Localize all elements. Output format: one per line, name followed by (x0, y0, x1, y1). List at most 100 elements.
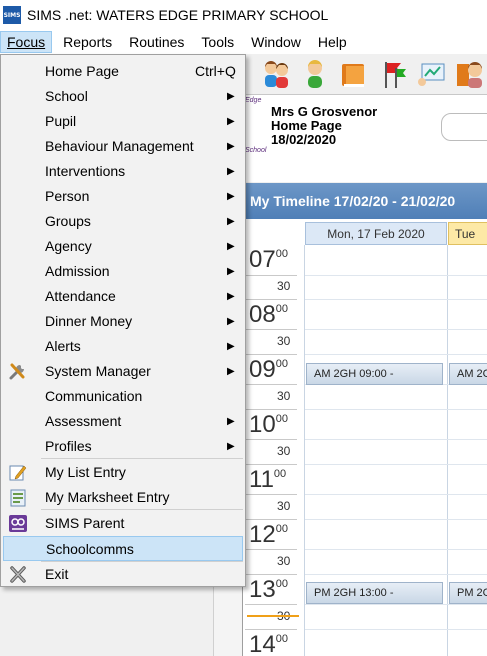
user-name: Mrs G Grosvenor (271, 104, 378, 119)
gutter-line (245, 549, 297, 550)
gutter-line (245, 354, 297, 355)
grid-line (305, 629, 487, 630)
menu-item-behaviour-management[interactable]: Behaviour Management ▶ (3, 134, 243, 159)
toolbar (245, 54, 487, 94)
school-logo-text: Edge (245, 97, 262, 104)
presentation-icon[interactable] (415, 57, 448, 91)
menu-item-school[interactable]: School ▶ (3, 84, 243, 109)
people-group-icon[interactable] (259, 57, 292, 91)
menu-help[interactable]: Help (312, 31, 353, 53)
timeline-event[interactable]: AM 2GH 09:00 - (449, 363, 487, 385)
submenu-arrow-icon: ▶ (227, 341, 235, 352)
menu-item-profiles[interactable]: Profiles ▶ (3, 434, 243, 459)
focus-menu-dropdown: Home Page Ctrl+Q School ▶ Pupil ▶ Behavi… (0, 54, 246, 587)
submenu-arrow-icon: ▶ (227, 291, 235, 302)
column-divider (304, 245, 305, 656)
submenu-arrow-icon: ▶ (227, 91, 235, 102)
half-hour-label: 30 (277, 389, 291, 403)
menu-item-interventions[interactable]: Interventions ▶ (3, 159, 243, 184)
exit-x-icon (8, 565, 28, 584)
current-page: Home Page (271, 118, 342, 133)
hour-label: 0900 (249, 356, 288, 383)
gutter-line (245, 384, 297, 385)
menu-separator (41, 509, 243, 510)
grid-line (305, 464, 487, 465)
grid-line (305, 604, 487, 605)
hour-label: 0700 (249, 246, 288, 273)
day-header-monday[interactable]: Mon, 17 Feb 2020 (305, 222, 447, 245)
menu-item-home-page[interactable]: Home Page Ctrl+Q (3, 59, 243, 84)
column-divider (447, 245, 448, 656)
menu-item-person[interactable]: Person ▶ (3, 184, 243, 209)
grid-line (305, 354, 487, 355)
half-hour-label: 30 (277, 444, 291, 458)
menu-item-pupil[interactable]: Pupil ▶ (3, 109, 243, 134)
student-icon[interactable] (454, 57, 487, 91)
submenu-arrow-icon: ▶ (227, 241, 235, 252)
submenu-arrow-icon: ▶ (227, 116, 235, 127)
submenu-arrow-icon: ▶ (227, 216, 235, 227)
gutter-line (245, 604, 297, 605)
school-logo-text-bottom: School (245, 147, 267, 154)
menu-item-sims-parent[interactable]: SIMS Parent (3, 511, 243, 536)
submenu-arrow-icon: ▶ (227, 441, 235, 452)
menu-tools[interactable]: Tools (195, 31, 240, 53)
menu-item-admission[interactable]: Admission ▶ (3, 259, 243, 284)
current-time-indicator (247, 615, 299, 617)
gutter-line (245, 494, 297, 495)
day-header-tuesday[interactable]: Tue (448, 222, 487, 245)
menu-item-alerts[interactable]: Alerts ▶ (3, 334, 243, 359)
gutter-line (245, 409, 297, 410)
menu-item-system-manager[interactable]: System Manager ▶ (3, 359, 243, 384)
flags-icon[interactable] (376, 57, 409, 91)
title-bar: SIMS SIMS .net: WATERS EDGE PRIMARY SCHO… (0, 0, 487, 30)
search-input[interactable] (441, 113, 487, 141)
half-hour-label: 30 (277, 334, 291, 348)
timeline-event[interactable]: PM 2GH 13:00 - (449, 582, 487, 604)
tools-icon (8, 362, 28, 381)
grid-line (305, 275, 487, 276)
gutter-line (245, 519, 297, 520)
grid-line (305, 494, 487, 495)
sims-parent-icon (8, 514, 28, 533)
menu-focus[interactable]: Focus (0, 31, 53, 53)
gutter-line (245, 439, 297, 440)
person-icon[interactable] (298, 57, 331, 91)
menu-item-communication[interactable]: Communication (3, 384, 243, 409)
menu-item-attendance[interactable]: Attendance ▶ (3, 284, 243, 309)
menu-window[interactable]: Window (245, 31, 307, 53)
menu-item-dinner-money[interactable]: Dinner Money ▶ (3, 309, 243, 334)
timeline-title: My Timeline 17/02/20 - 21/02/20 (243, 183, 487, 219)
submenu-arrow-icon: ▶ (227, 316, 235, 327)
gutter-line (245, 574, 297, 575)
menu-item-schoolcomms[interactable]: Schoolcomms (3, 536, 243, 561)
marksheet-icon (8, 488, 28, 507)
timeline-event[interactable]: AM 2GH 09:00 - (306, 363, 443, 385)
window-title: SIMS .net: WATERS EDGE PRIMARY SCHOOL (27, 7, 329, 23)
menu-item-exit[interactable]: Exit (3, 562, 243, 587)
hour-label: 1100 (249, 466, 287, 493)
hour-label: 1400 (249, 631, 288, 656)
submenu-arrow-icon: ▶ (227, 166, 235, 177)
menu-routines[interactable]: Routines (123, 31, 190, 53)
gutter-line (245, 299, 297, 300)
timeline-event[interactable]: PM 2GH 13:00 - (306, 582, 443, 604)
user-info: Mrs G Grosvenor Home Page 18/02/2020 (271, 105, 377, 147)
menu-item-groups[interactable]: Groups ▶ (3, 209, 243, 234)
half-hour-label: 30 (277, 279, 291, 293)
pencil-note-icon (8, 463, 28, 482)
current-date: 18/02/2020 (271, 132, 337, 147)
menu-item-agency[interactable]: Agency ▶ (3, 234, 243, 259)
timeline-calendar: Mon, 17 Feb 2020 Tue 0700 30 0800 30 090… (243, 219, 487, 656)
grid-line (305, 549, 487, 550)
submenu-arrow-icon: ▶ (227, 366, 235, 377)
shortcut-label: Ctrl+Q (195, 63, 236, 79)
menu-item-my-marksheet-entry[interactable]: My Marksheet Entry (3, 485, 243, 510)
menu-reports[interactable]: Reports (57, 31, 118, 53)
hour-label: 1300 (249, 576, 288, 603)
menu-item-my-list-entry[interactable]: My List Entry (3, 460, 243, 485)
book-icon[interactable] (337, 57, 370, 91)
submenu-arrow-icon: ▶ (227, 141, 235, 152)
menu-item-assessment[interactable]: Assessment ▶ (3, 409, 243, 434)
gutter-line (245, 329, 297, 330)
